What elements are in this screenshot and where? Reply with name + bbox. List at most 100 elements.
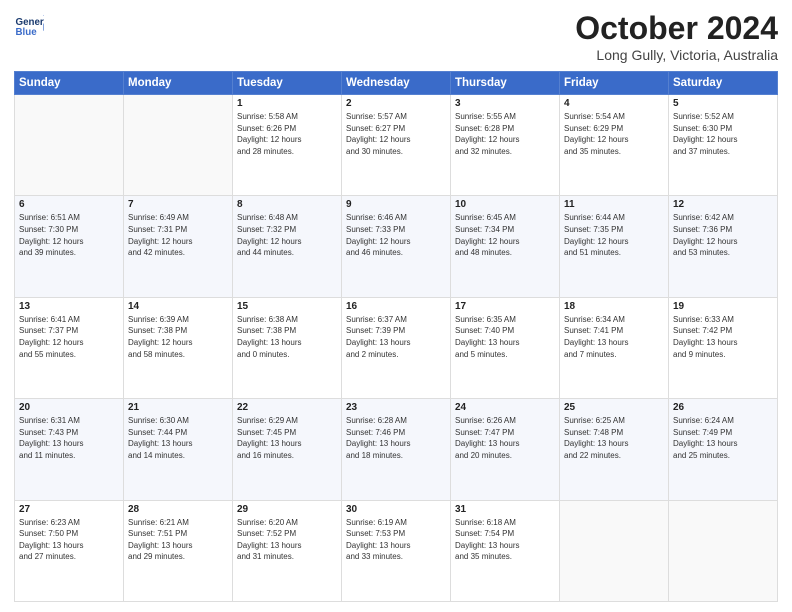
day-number: 30 bbox=[346, 504, 446, 515]
sunset-text: Sunset: 6:26 PM bbox=[237, 124, 296, 133]
daylight-cont: and 37 minutes. bbox=[673, 147, 730, 156]
sunset-text: Sunset: 7:46 PM bbox=[346, 428, 405, 437]
sunset-text: Sunset: 7:43 PM bbox=[19, 428, 78, 437]
day-number: 14 bbox=[128, 301, 228, 312]
day-info: Sunrise: 6:39 AMSunset: 7:38 PMDaylight:… bbox=[128, 314, 228, 360]
daylight-text: Daylight: 12 hours bbox=[673, 237, 737, 246]
daylight-cont: and 29 minutes. bbox=[128, 552, 185, 561]
daylight-cont: and 5 minutes. bbox=[455, 350, 507, 359]
sunrise-text: Sunrise: 5:55 AM bbox=[455, 112, 516, 121]
daylight-text: Daylight: 12 hours bbox=[455, 237, 519, 246]
day-info: Sunrise: 5:54 AMSunset: 6:29 PMDaylight:… bbox=[564, 111, 664, 157]
daylight-cont: and 33 minutes. bbox=[346, 552, 403, 561]
day-number: 29 bbox=[237, 504, 337, 515]
daylight-cont: and 27 minutes. bbox=[19, 552, 76, 561]
sunset-text: Sunset: 6:29 PM bbox=[564, 124, 623, 133]
sunset-text: Sunset: 7:32 PM bbox=[237, 225, 296, 234]
sunrise-text: Sunrise: 5:57 AM bbox=[346, 112, 407, 121]
daylight-text: Daylight: 13 hours bbox=[455, 338, 519, 347]
day-info: Sunrise: 6:28 AMSunset: 7:46 PMDaylight:… bbox=[346, 415, 446, 461]
sunrise-text: Sunrise: 6:24 AM bbox=[673, 416, 734, 425]
table-row: 18Sunrise: 6:34 AMSunset: 7:41 PMDayligh… bbox=[560, 297, 669, 398]
calendar-table: Sunday Monday Tuesday Wednesday Thursday… bbox=[14, 71, 778, 602]
daylight-text: Daylight: 13 hours bbox=[455, 439, 519, 448]
daylight-text: Daylight: 12 hours bbox=[564, 237, 628, 246]
calendar-title: October 2024 bbox=[575, 10, 778, 47]
daylight-text: Daylight: 12 hours bbox=[128, 338, 192, 347]
sunset-text: Sunset: 7:35 PM bbox=[564, 225, 623, 234]
daylight-text: Daylight: 13 hours bbox=[237, 439, 301, 448]
sunset-text: Sunset: 7:51 PM bbox=[128, 529, 187, 538]
sunset-text: Sunset: 6:27 PM bbox=[346, 124, 405, 133]
daylight-cont: and 46 minutes. bbox=[346, 248, 403, 257]
sunrise-text: Sunrise: 5:52 AM bbox=[673, 112, 734, 121]
table-row: 29 Sunrise: 6:20 AM Sunset: 7:52 PM Dayligh… bbox=[233, 500, 342, 601]
day-info: Sunrise: 6:19 AMSunset: 7:53 PMDaylight:… bbox=[346, 517, 446, 563]
daylight-cont: and 35 minutes. bbox=[455, 552, 512, 561]
day-number: 8 bbox=[237, 199, 337, 210]
daylight-cont: and 55 minutes. bbox=[19, 350, 76, 359]
day-number: 13 bbox=[19, 301, 119, 312]
sunrise-text: Sunrise: 6:21 AM bbox=[128, 518, 189, 527]
sunset-text: Sunset: 7:41 PM bbox=[564, 326, 623, 335]
daylight-text: Daylight: 13 hours bbox=[564, 338, 628, 347]
sunrise-text: Sunrise: 6:49 AM bbox=[128, 213, 189, 222]
day-number: 25 bbox=[564, 402, 664, 413]
sunset-text: Sunset: 7:34 PM bbox=[455, 225, 514, 234]
day-number: 4 bbox=[564, 98, 664, 109]
table-row: 4 Sunrise: 5:54 AMSunset: 6:29 PMDaylight… bbox=[560, 95, 669, 196]
calendar-subtitle: Long Gully, Victoria, Australia bbox=[575, 47, 778, 63]
daylight-text: Daylight: 13 hours bbox=[19, 541, 83, 550]
day-number: 19 bbox=[673, 301, 773, 312]
table-row bbox=[124, 95, 233, 196]
sunrise-text: Sunrise: 6:20 AM bbox=[237, 518, 298, 527]
daylight-text: Daylight: 12 hours bbox=[128, 237, 192, 246]
sunrise-text: Sunrise: 6:46 AM bbox=[346, 213, 407, 222]
table-row bbox=[560, 500, 669, 601]
daylight-text: Daylight: 13 hours bbox=[19, 439, 83, 448]
daylight-cont: and 22 minutes. bbox=[564, 451, 621, 460]
sunset-text: Sunset: 7:38 PM bbox=[237, 326, 296, 335]
daylight-text: Daylight: 13 hours bbox=[237, 338, 301, 347]
daylight-text: Daylight: 12 hours bbox=[346, 237, 410, 246]
sunrise-text: Sunrise: 6:19 AM bbox=[346, 518, 407, 527]
sunset-text: Sunset: 7:42 PM bbox=[673, 326, 732, 335]
day-number: 7 bbox=[128, 199, 228, 210]
daylight-cont: and 58 minutes. bbox=[128, 350, 185, 359]
daylight-text: Daylight: 12 hours bbox=[19, 338, 83, 347]
table-row: 13Sunrise: 6:41 AMSunset: 7:37 PMDayligh… bbox=[15, 297, 124, 398]
col-tuesday: Tuesday bbox=[233, 72, 342, 95]
table-row bbox=[669, 500, 778, 601]
calendar-week-row: 1Sunrise: 5:58 AMSunset: 6:26 PMDaylight… bbox=[15, 95, 778, 196]
title-block: October 2024 Long Gully, Victoria, Austr… bbox=[575, 10, 778, 63]
day-info: Sunrise: 6:37 AMSunset: 7:39 PMDaylight:… bbox=[346, 314, 446, 360]
day-info: Sunrise: 6:45 AMSunset: 7:34 PMDaylight:… bbox=[455, 212, 555, 258]
day-number: 10 bbox=[455, 199, 555, 210]
daylight-cont: and 31 minutes. bbox=[237, 552, 294, 561]
daylight-text: Daylight: 13 hours bbox=[564, 439, 628, 448]
day-number: 2 bbox=[346, 98, 446, 109]
day-info: Sunrise: 6:51 AMSunset: 7:30 PMDaylight:… bbox=[19, 212, 119, 258]
table-row: 24Sunrise: 6:26 AMSunset: 7:47 PMDayligh… bbox=[451, 399, 560, 500]
sunset-text: Sunset: 7:50 PM bbox=[19, 529, 78, 538]
daylight-text: Daylight: 13 hours bbox=[237, 541, 301, 550]
daylight-cont: and 16 minutes. bbox=[237, 451, 294, 460]
day-number: 9 bbox=[346, 199, 446, 210]
day-number: 20 bbox=[19, 402, 119, 413]
day-info: Sunrise: 5:55 AMSunset: 6:28 PMDaylight:… bbox=[455, 111, 555, 157]
sunrise-text: Sunrise: 6:37 AM bbox=[346, 315, 407, 324]
table-row: 11Sunrise: 6:44 AMSunset: 7:35 PMDayligh… bbox=[560, 196, 669, 297]
day-number: 31 bbox=[455, 504, 555, 515]
sunrise-text: Sunrise: 6:44 AM bbox=[564, 213, 625, 222]
sunset-text: Sunset: 7:52 PM bbox=[237, 529, 296, 538]
table-row: 8Sunrise: 6:48 AMSunset: 7:32 PMDaylight… bbox=[233, 196, 342, 297]
day-info: Sunrise: 6:20 AM Sunset: 7:52 PM Daylight:… bbox=[237, 517, 337, 563]
sunset-text: Sunset: 7:37 PM bbox=[19, 326, 78, 335]
col-monday: Monday bbox=[124, 72, 233, 95]
day-info: Sunrise: 6:31 AMSunset: 7:43 PMDaylight:… bbox=[19, 415, 119, 461]
table-row: 22Sunrise: 6:29 AMSunset: 7:45 PMDayligh… bbox=[233, 399, 342, 500]
calendar-week-row: 20 Sunrise: 6:31 AMSunset: 7:43 PMDayligh… bbox=[15, 399, 778, 500]
daylight-cont: and 28 minutes. bbox=[237, 147, 294, 156]
day-number: 15 bbox=[237, 301, 337, 312]
day-number: 22 bbox=[237, 402, 337, 413]
